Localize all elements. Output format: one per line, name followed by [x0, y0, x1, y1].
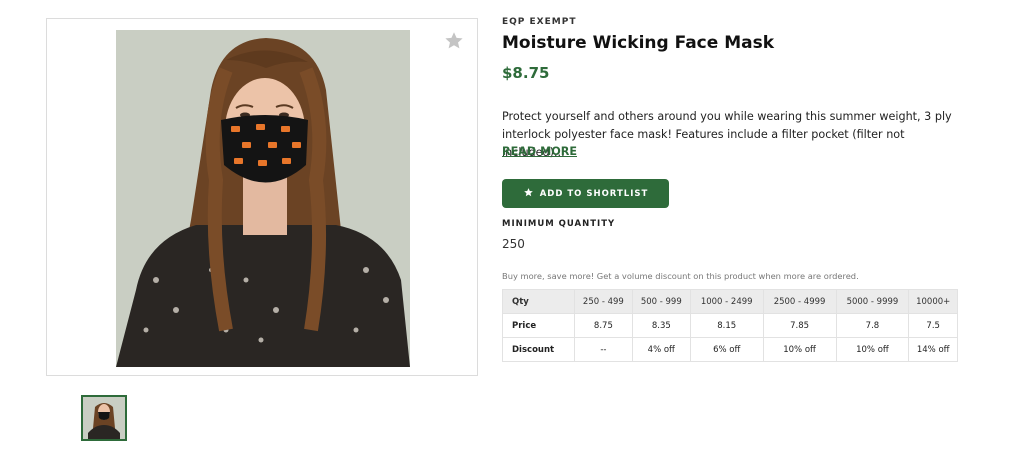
product-title: Moisture Wicking Face Mask	[502, 33, 775, 53]
minimum-quantity-value: 250	[502, 237, 525, 251]
product-price: $8.75	[502, 64, 550, 82]
shortlist-button-label: ADD TO SHORTLIST	[539, 188, 649, 199]
product-brand: EQP EXEMPT	[502, 17, 577, 27]
table-row: Price 8.75 8.35 8.15 7.85 7.8 7.5	[502, 313, 958, 338]
minimum-quantity-label: MINIMUM QUANTITY	[502, 219, 616, 229]
table-cell: Price	[502, 313, 575, 338]
table-header-cell: Qty	[502, 289, 575, 314]
star-icon	[523, 187, 534, 201]
product-image-frame	[46, 18, 478, 376]
favorite-star-icon[interactable]	[443, 30, 465, 52]
table-cell: 6% off	[689, 337, 764, 362]
table-cell: Discount	[502, 337, 575, 362]
table-cell: 8.35	[631, 313, 691, 338]
table-header-cell: 2500 - 4999	[762, 289, 837, 314]
table-header-row: Qty 250 - 499 500 - 999 1000 - 2499 2500…	[502, 289, 958, 314]
table-header-cell: 10000+	[908, 289, 958, 314]
table-cell: 8.75	[573, 313, 633, 338]
table-cell: 7.8	[835, 313, 910, 338]
table-cell: 7.5	[908, 313, 958, 338]
volume-pricing-table: Qty 250 - 499 500 - 999 1000 - 2499 2500…	[502, 289, 958, 362]
table-header-cell: 500 - 999	[631, 289, 691, 314]
table-cell: 7.85	[762, 313, 837, 338]
table-cell: 8.15	[689, 313, 764, 338]
table-header-cell: 1000 - 2499	[689, 289, 764, 314]
table-cell: 10% off	[762, 337, 837, 362]
product-main-image	[116, 30, 410, 367]
add-to-shortlist-button[interactable]: ADD TO SHORTLIST	[502, 179, 669, 208]
table-cell: 4% off	[631, 337, 691, 362]
table-cell: --	[573, 337, 633, 362]
table-header-cell: 250 - 499	[573, 289, 633, 314]
table-header-cell: 5000 - 9999	[835, 289, 910, 314]
product-thumbnail[interactable]	[81, 395, 127, 441]
table-row: Discount -- 4% off 6% off 10% off 10% of…	[502, 337, 958, 362]
table-cell: 10% off	[835, 337, 910, 362]
volume-discount-note: Buy more, save more! Get a volume discou…	[502, 271, 859, 281]
table-cell: 14% off	[908, 337, 958, 362]
read-more-link[interactable]: READ MORE	[502, 145, 577, 158]
